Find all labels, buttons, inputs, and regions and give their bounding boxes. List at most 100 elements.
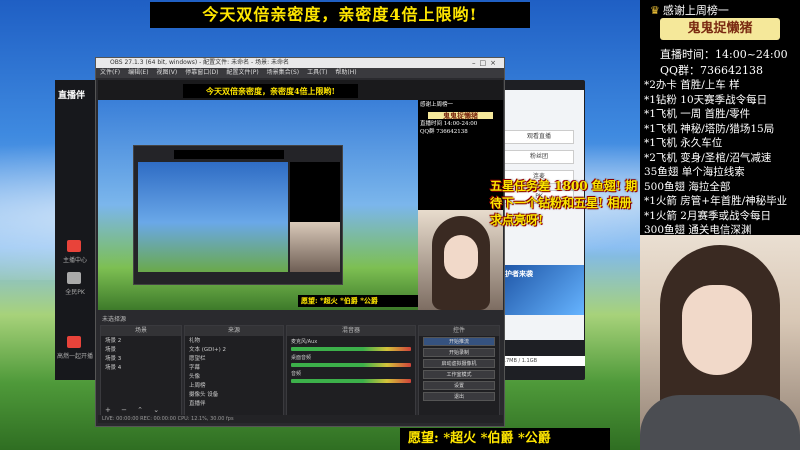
obs-docks: 未选择源 场景 场景 2 场景 场景 3 场景 4 + − ⌃ ⌄ 来源 礼物 … [98, 313, 503, 423]
sidebar-item-anchor-center[interactable]: 主播中心 [57, 255, 93, 264]
nested-banner [174, 150, 284, 159]
menu-profile[interactable]: 配置文件(P) [226, 69, 258, 76]
pk-icon[interactable] [67, 272, 81, 284]
studio-mode-button[interactable]: 工作室模式 [423, 370, 495, 379]
live-app-sidebar: 直播伴 主播中心 全民PK 高燃一起开播 [55, 80, 95, 380]
nested-camera [290, 222, 340, 272]
menu-file[interactable]: 文件(F) [100, 69, 120, 76]
menu-scene-collection[interactable]: 场景集合(S) [267, 69, 300, 76]
volume-slider[interactable] [291, 379, 411, 383]
anchor-center-icon[interactable] [67, 240, 81, 252]
obs-preview[interactable]: 今天双倍亲密度，亲密度4倍上限哟! 感谢上周榜一 鬼鬼捉懒猪 直播时间 14:0… [98, 80, 503, 310]
controls-dock: 控件 开始推流 开始录制 启动虚拟摄像机 工作室模式 设置 退出 [418, 325, 500, 417]
camera-coat [640, 395, 800, 450]
volume-slider[interactable] [291, 347, 411, 351]
source-item[interactable]: 愿望栏 [185, 355, 283, 364]
menu-view[interactable]: 视图(V) [156, 69, 177, 76]
nested-scene [138, 162, 288, 272]
start-recording-button[interactable]: 开始录制 [423, 348, 495, 357]
top-user-badge: 鬼鬼捉懒猪 [660, 18, 780, 40]
reward-item: *1钻粉 10天赛季战令每日 [644, 93, 768, 106]
qq-group: QQ群：736642138 [660, 64, 764, 77]
sidebar-item-co-stream[interactable]: 高燃一起开播 [57, 351, 93, 360]
scenes-head: 场景 [101, 326, 181, 336]
source-item[interactable]: 头像 [185, 373, 283, 382]
scene-item[interactable]: 场景 3 [101, 355, 181, 364]
preview-time: 直播时间 14:00-24:00 [420, 121, 478, 127]
reward-item: *1火箭 房管+年首胜/神秘毕业 [644, 195, 788, 207]
crown-icon: ♛ [650, 4, 660, 17]
mixer-channel: 麦克风/Aux [287, 337, 415, 353]
mixer-channel-name: 麦克风/Aux [291, 339, 318, 345]
minimize-icon[interactable]: – [472, 59, 480, 67]
source-item[interactable]: 文本 (GDI+) 2 [185, 346, 283, 355]
thanks-line: ♛ 感谢上周榜一 [650, 2, 729, 18]
source-item[interactable]: 礼物 [185, 337, 283, 346]
info-panel: ♛ 感谢上周榜一 鬼鬼捉懒猪 直播时间：14:00~24:00 QQ群：73664… [640, 0, 800, 236]
mixer-channel-name: 桌面音频 [291, 355, 312, 361]
nested-panel [290, 162, 340, 222]
live-app-logo: 直播伴 [58, 91, 86, 101]
streamer-camera [640, 235, 800, 450]
volume-slider[interactable] [291, 363, 411, 367]
close-icon[interactable]: × [490, 59, 500, 67]
scenes-dock: 场景 场景 2 场景 场景 3 场景 4 + − ⌃ ⌄ [100, 325, 182, 417]
controls-head: 控件 [419, 326, 499, 336]
reward-item: *2飞机 变身/圣棺/沼气减速 [644, 151, 772, 164]
reward-item: *2办卡 首胜/上车 样 [644, 79, 740, 91]
mixer-head: 混音器 [287, 326, 415, 336]
maximize-icon[interactable]: □ [480, 59, 491, 67]
scene-item[interactable]: 场景 2 [101, 337, 181, 346]
disk-usage: 17.7MB / 1.1GB [495, 356, 585, 366]
sidebar-item-pk[interactable]: 全民PK [57, 287, 93, 296]
preview-scene [98, 100, 418, 310]
reward-item: *1火箭 2月赛季或战令每日 [644, 209, 771, 222]
menu-help[interactable]: 帮助(H) [335, 69, 356, 76]
top-banner: 今天双倍亲密度，亲密度4倍上限哟! [150, 2, 530, 28]
preview-top-user: 鬼鬼捉懒猪 [428, 111, 493, 119]
mixer-channel-name: 音频 [291, 371, 302, 377]
reward-item: *1飞机 神秘/塔防/猎场15局 [644, 122, 775, 135]
nested-preview [133, 145, 343, 285]
sources-head: 来源 [185, 326, 283, 336]
preview-banner: 今天双倍亲密度，亲密度4倍上限哟! [183, 84, 358, 98]
obs-window: OBS 27.1.3 (64 bit, windows) - 配置文件: 未命名… [95, 57, 505, 427]
thanks-text: 感谢上周榜一 [662, 4, 729, 17]
menu-docks[interactable]: 停靠窗口(D) [185, 69, 218, 76]
reward-item: *1飞机 一周 首胜/零件 [644, 108, 751, 120]
menu-edit[interactable]: 编辑(E) [128, 69, 148, 76]
watch-live-button[interactable]: 观看直播 [504, 130, 574, 144]
source-item[interactable]: 摄像头 设备 [185, 391, 283, 400]
reward-item: 35鱼翅 单个海拉线索 [644, 166, 745, 178]
obs-title: OBS 27.1.3 (64 bit, windows) - 配置文件: 未命名… [110, 59, 290, 66]
preview-wish: 愿望: *超火 *伯爵 *公爵 [298, 295, 418, 307]
scene-item[interactable]: 场景 [101, 346, 181, 355]
mixer-channel: 桌面音频 [287, 353, 415, 369]
preview-qq: QQ群 736642138 [420, 128, 468, 135]
obs-title-bar: OBS 27.1.3 (64 bit, windows) - 配置文件: 未命名… [96, 58, 504, 68]
obs-menubar: 文件(F) 编辑(E) 视图(V) 停靠窗口(D) 配置文件(P) 场景集合(S… [96, 68, 504, 78]
source-item[interactable]: 直播伴 [185, 400, 283, 409]
settings-button[interactable]: 设置 [423, 381, 495, 390]
sources-dock: 来源 礼物 文本 (GDI+) 2 愿望栏 字幕 头像 上周榜 摄像头 设备 直… [184, 325, 284, 417]
preview-face [444, 235, 478, 279]
game-promo-card[interactable]: 守护者来袭 [494, 265, 584, 315]
co-stream-icon[interactable] [67, 336, 81, 348]
source-item[interactable]: 上周榜 [185, 382, 283, 391]
mixer-channel: 音频 [287, 369, 415, 385]
obs-status-bar: LIVE: 00:00:00 REC: 00:00:00 CPU: 12.1%,… [98, 415, 503, 423]
task-overlay-text: 五星任务差 1800 鱼翅! 期待下一个钻粉和五星! 相册求点亮呀! [490, 179, 638, 227]
scene-item[interactable]: 场景 4 [101, 364, 181, 373]
camera-face [682, 285, 752, 375]
virtual-camera-button[interactable]: 启动虚拟摄像机 [423, 359, 495, 368]
window-controls[interactable]: –□× [472, 58, 500, 68]
preview-thanks: 感谢上周榜一 [420, 102, 454, 108]
exit-button[interactable]: 退出 [423, 392, 495, 401]
mixer-dock: 混音器 麦克风/Aux 桌面音频 音频 [286, 325, 416, 417]
stream-time: 直播时间：14:00~24:00 [660, 48, 788, 61]
scene-controls[interactable]: + − ⌃ ⌄ [105, 406, 163, 414]
start-streaming-button[interactable]: 开始推流 [423, 337, 495, 346]
menu-tools[interactable]: 工具(T) [307, 69, 327, 76]
source-item[interactable]: 字幕 [185, 364, 283, 373]
fan-club-button[interactable]: 粉丝团 [504, 150, 574, 164]
